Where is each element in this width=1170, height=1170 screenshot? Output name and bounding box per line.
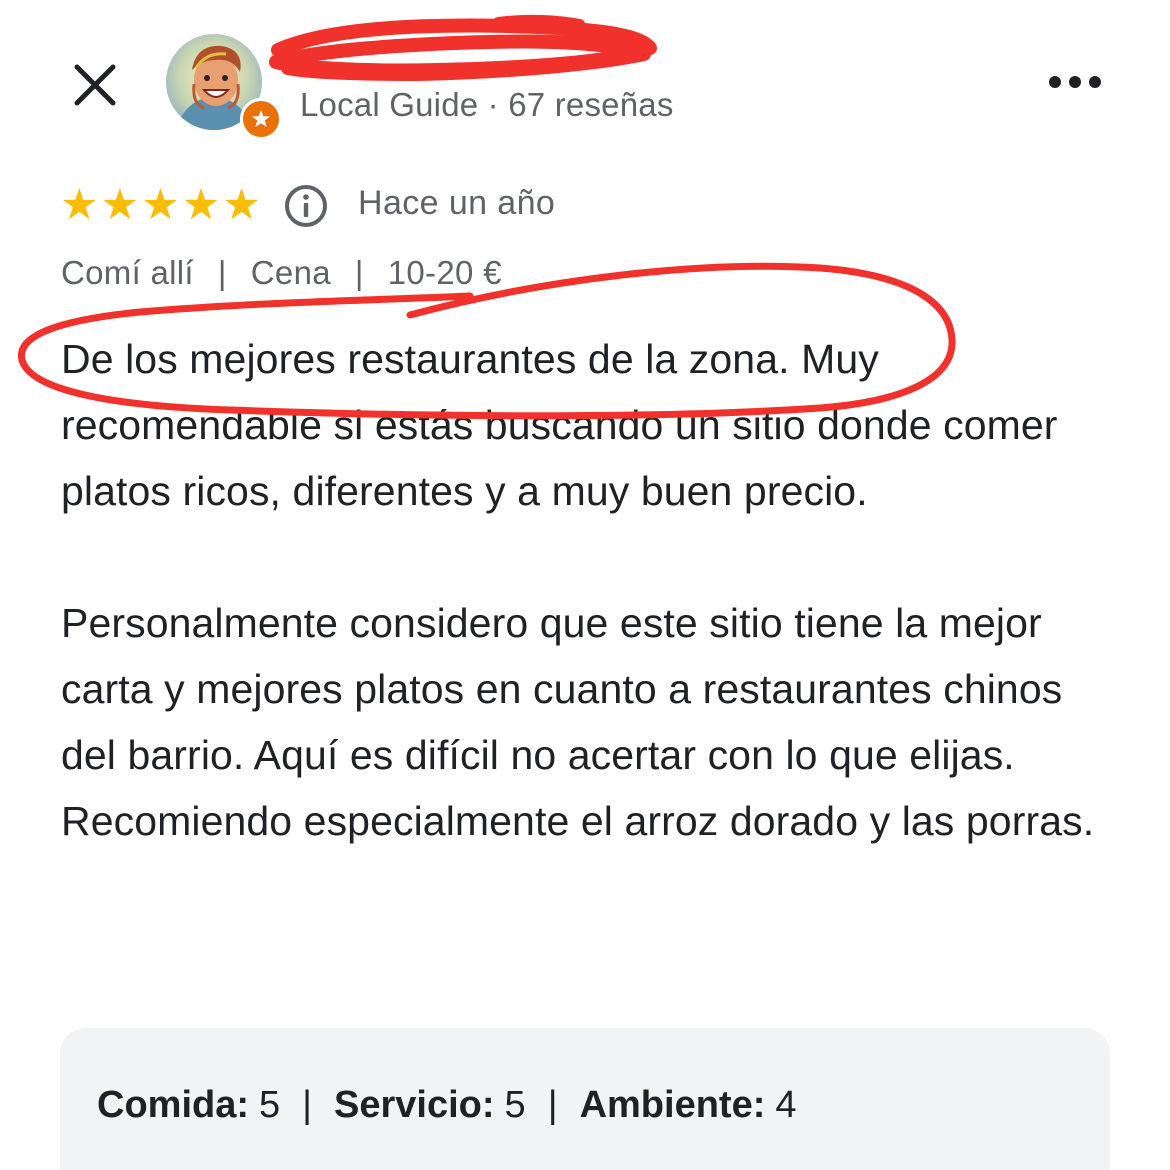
- author-avatar[interactable]: [166, 34, 282, 140]
- attr-food-value: 5: [259, 1084, 281, 1126]
- star-icon: ★: [60, 181, 99, 229]
- local-guide-badge-icon: [240, 98, 282, 140]
- star-icon: ★: [141, 181, 180, 229]
- attr-ambience-label: Ambiente:: [579, 1084, 766, 1126]
- info-icon[interactable]: [283, 183, 329, 229]
- close-icon: [74, 64, 116, 106]
- review-date: Hace un año: [358, 184, 556, 222]
- star-icon: ★: [100, 181, 140, 229]
- redaction-scribble: [269, 14, 657, 81]
- attr-service-label: Servicio:: [334, 1084, 495, 1126]
- review-tags: Comí allí | Cena | 10-20 €: [61, 254, 502, 292]
- tag-meal-type: Cena: [250, 254, 331, 291]
- more-horizontal-icon: [1049, 76, 1101, 88]
- attribute-ratings-box: Comida: 5 | Servicio: 5 | Ambiente: 4: [60, 1028, 1110, 1170]
- star-rating: ★ ★ ★ ★ ★: [60, 182, 261, 228]
- more-options-button[interactable]: [1040, 60, 1110, 104]
- tag-visit-type: Comí allí: [61, 254, 194, 291]
- review-detail-screen: Local Guide · 67 reseñas ★ ★ ★ ★ ★ Hace …: [0, 0, 1170, 1170]
- attr-separator: |: [302, 1084, 313, 1126]
- tag-separator: |: [217, 254, 227, 291]
- review-body: De los mejores restaurantes de la zona. …: [61, 326, 1121, 854]
- star-icon: ★: [222, 181, 261, 229]
- attr-food-label: Comida:: [97, 1084, 249, 1126]
- tag-separator: |: [354, 254, 364, 291]
- attr-service-value: 5: [504, 1084, 526, 1126]
- close-button[interactable]: [62, 52, 128, 118]
- review-paragraph: Personalmente considero que este sitio t…: [61, 600, 1095, 844]
- tag-price-range: 10-20 €: [387, 254, 502, 291]
- review-paragraph: De los mejores restaurantes de la zona. …: [61, 336, 1058, 514]
- attr-ambience-value: 4: [775, 1084, 797, 1126]
- author-meta: Local Guide · 67 reseñas: [300, 86, 674, 123]
- star-icon: ★: [181, 181, 221, 229]
- attr-separator: |: [547, 1084, 558, 1126]
- attribute-ratings: Comida: 5 | Servicio: 5 | Ambiente: 4: [97, 1084, 797, 1127]
